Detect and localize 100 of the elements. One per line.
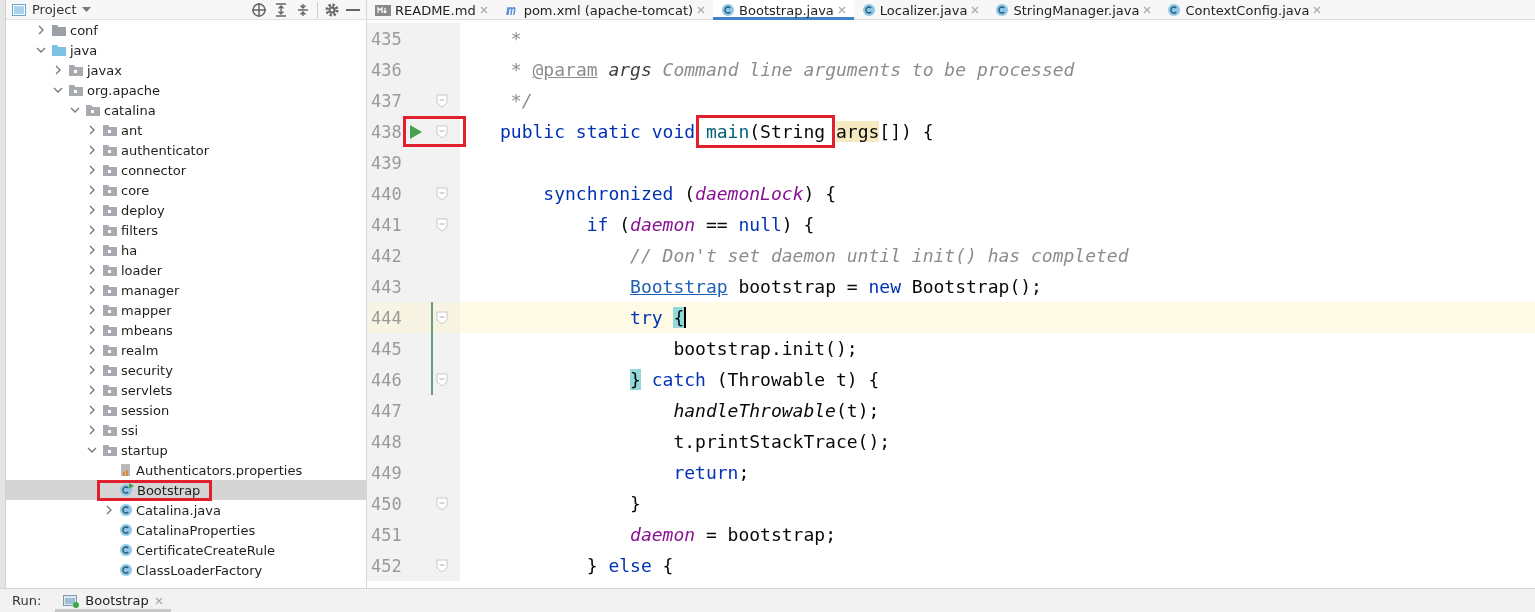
class-icon [119,523,133,537]
line-number: 449 [370,462,403,483]
change-marker[interactable] [431,364,433,395]
tree-item-label[interactable]: authenticator [121,142,209,158]
tree-item-label[interactable]: loader [121,262,163,278]
tree-item-label[interactable]: startup [121,442,168,458]
tree-item-label[interactable]: ant [121,122,143,138]
editor-tab[interactable]: Bootstrap.java [713,0,854,20]
class-icon [861,3,876,17]
code-line: try { [629,307,687,328]
tree-item-label[interactable]: Authenticators.properties [136,462,303,478]
tree-item-label[interactable]: session [121,402,170,418]
line-number: 435 [370,28,403,49]
code-line: */ [509,90,533,111]
runnable-class-icon [119,483,134,497]
tree-item-label[interactable]: conf [70,22,98,38]
code-line: daemon = bootstrap; [629,524,836,545]
expand-all-icon[interactable] [273,1,289,18]
markdown-file-icon [375,3,391,17]
tree-item-label[interactable]: filters [121,222,158,238]
line-number: 443 [370,276,403,297]
editor-tab[interactable]: ContextConfig.java [1159,0,1330,20]
line-number: 451 [370,524,403,545]
line-number: 437 [370,90,403,111]
tree-item-label[interactable]: catalina [104,102,156,118]
tree-item-label[interactable]: servlets [121,382,173,398]
collapse-all-icon[interactable] [295,1,311,18]
line-number: 444 [370,307,403,328]
class-icon [995,3,1010,17]
package-icon [102,243,118,257]
dropdown-caret-icon[interactable] [82,6,92,13]
package-icon [102,203,118,217]
package-icon [102,183,118,197]
panel-title[interactable]: Project [32,2,77,17]
line-number: 447 [370,400,403,421]
package-icon [102,343,118,357]
code-line: // Don't set daemon until init() has completed [629,245,1129,266]
package-icon [102,163,118,177]
change-marker[interactable] [431,333,433,364]
tree-item-label[interactable]: realm [121,342,159,358]
line-number: 448 [370,431,403,452]
tree-item-label[interactable]: ha [121,242,138,258]
tree-item-label[interactable]: CatalinaProperties [136,522,256,538]
package-icon [102,223,118,237]
editor-tab[interactable]: pom.xml (apache-tomcat) [495,0,714,20]
tree-item-label[interactable]: CertificateCreateRule [136,542,276,558]
code-line: bootstrap.init(); [672,338,858,359]
code-line: synchronized (daemonLock) { [542,183,836,204]
package-icon [102,283,118,297]
class-icon [119,563,133,577]
code-line: handleThrowable(t); [672,400,880,421]
line-number: 441 [370,214,403,235]
editor-tab[interactable]: Localizer.java [853,0,988,20]
tree-item-label[interactable]: security [121,362,173,378]
line-number: 438 [370,121,403,142]
package-icon [102,443,118,457]
code-line: if (daemon == null) { [585,214,815,235]
package-icon [102,123,118,137]
run-config-icon [63,593,80,608]
package-icon [85,103,101,117]
code-line: } catch (Throwable t) { [629,369,880,390]
panel-window-icon [12,3,26,16]
line-number: 439 [370,152,403,173]
tree-item-label[interactable]: core [121,182,150,198]
tree-item-label[interactable]: mapper [121,302,172,318]
run-tab[interactable]: Bootstrap [55,589,171,612]
tree-item-label[interactable]: java [70,42,98,58]
close-icon[interactable] [837,6,846,14]
tree-item-label[interactable]: mbeans [121,322,173,338]
line-number: 446 [370,369,403,390]
properties-file-icon [119,463,133,477]
tree-item-label[interactable]: javax [87,62,122,78]
tree-item-label[interactable]: ClassLoaderFactory [136,562,263,578]
package-icon [68,83,84,97]
tree-item-label[interactable]: manager [121,282,180,298]
package-icon [102,323,118,337]
code-line: public static void main(String args[]) { [460,121,934,142]
tree-item-label[interactable]: connector [121,162,187,178]
tree-row[interactable]: Bootstrap [6,480,366,500]
code-line: t.printStackTrace(); [672,431,891,452]
line-number: 440 [370,183,403,204]
tree-item-label[interactable]: ssi [121,422,139,438]
run-label: Run: [12,593,42,608]
change-marker[interactable] [431,302,433,333]
settings-icon[interactable] [324,1,340,18]
code-line: * @param args Command line arguments to be processed [509,59,1075,80]
code-line: * [509,28,522,49]
code-line: return; [672,462,750,483]
package-icon [102,423,118,437]
line-number: 445 [370,338,403,359]
tree-item-label[interactable]: org.apache [87,82,161,98]
editor-tab[interactable]: README.md [367,0,496,20]
package-icon [102,403,118,417]
folder-icon [51,23,67,37]
editor-tab[interactable]: StringManager.java [987,0,1160,20]
run-icon[interactable] [410,124,422,139]
code-line: } [629,493,641,514]
package-icon [68,63,84,77]
tree-item-label[interactable]: deploy [121,202,165,218]
tree-item-label[interactable]: Catalina.java [136,502,221,518]
